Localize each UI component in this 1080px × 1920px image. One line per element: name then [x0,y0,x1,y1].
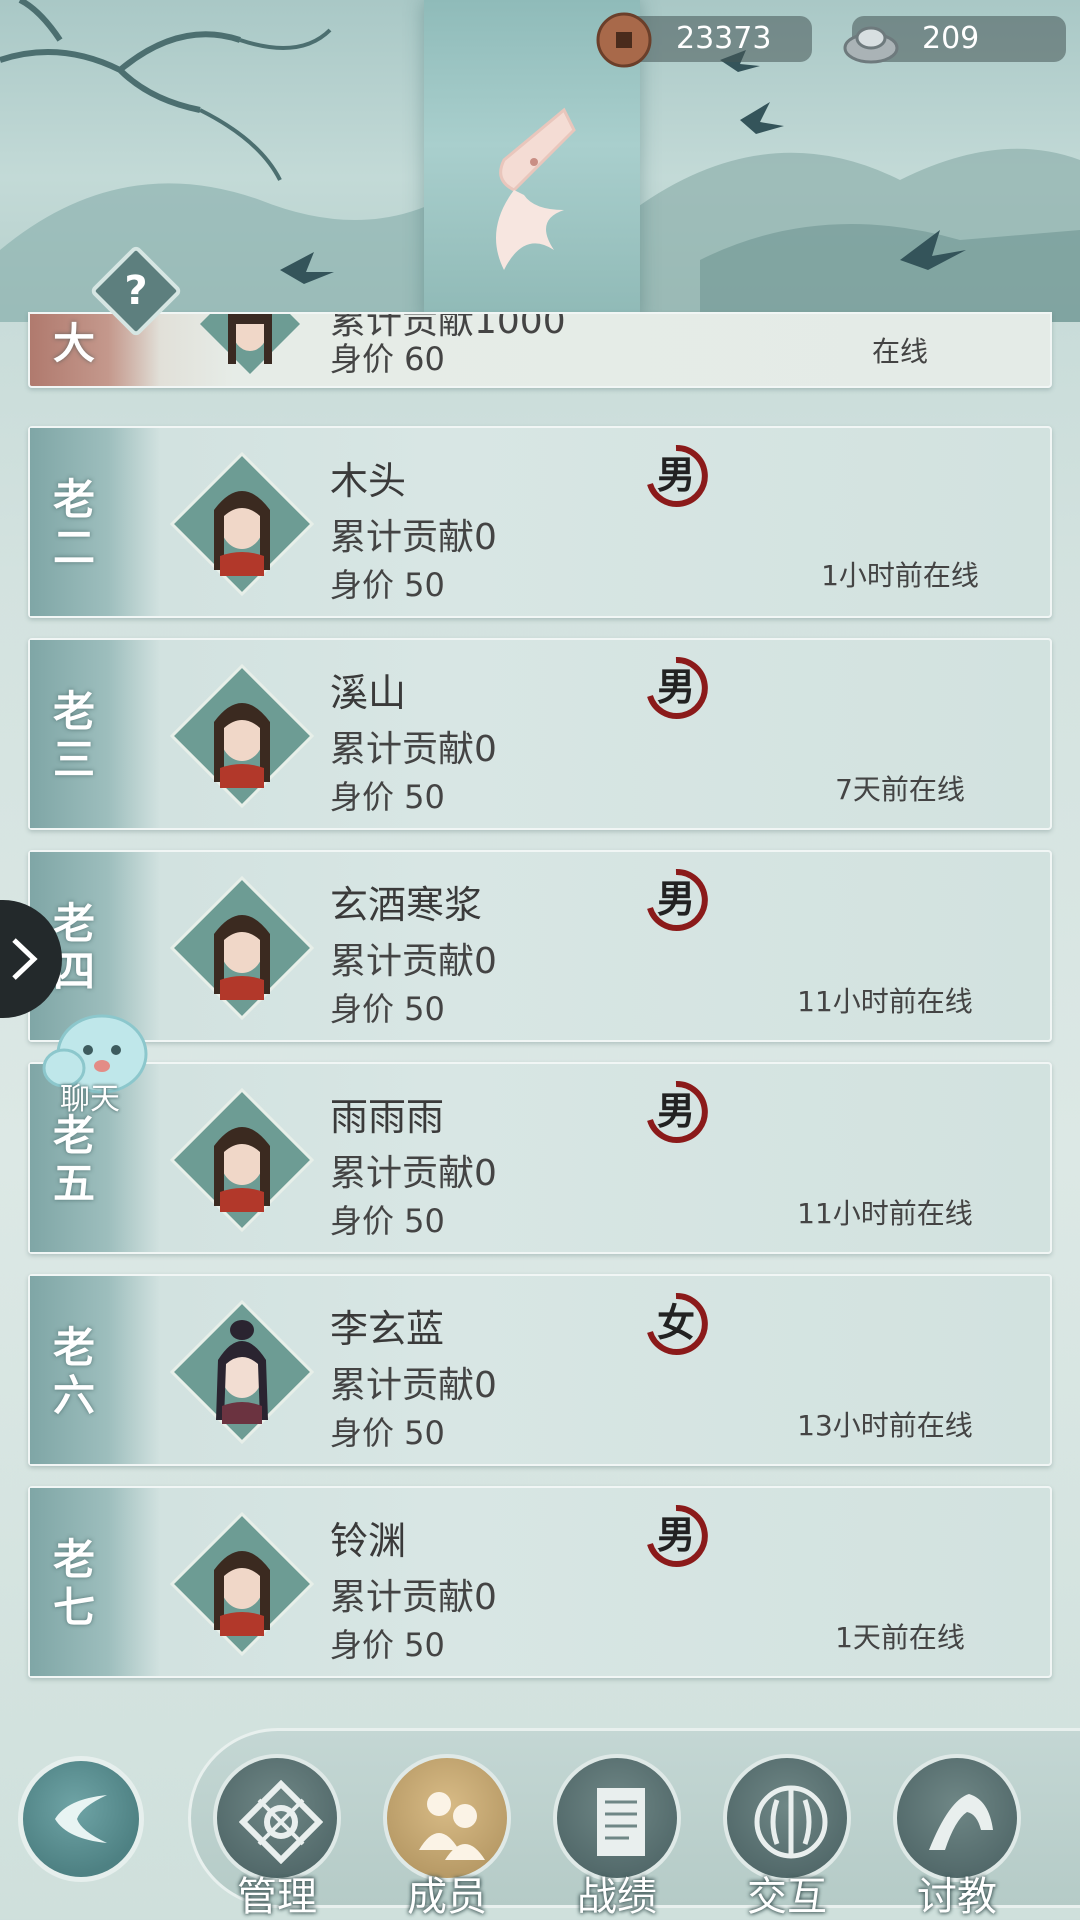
silver-ingot-icon [843,26,899,64]
gender-label: 男 [656,876,695,921]
member-price: 身价 50 [330,566,445,604]
member-name: 玄酒寒浆 [330,883,483,927]
member-online-status: 7天前在线 [835,773,965,806]
member-rank: 老三 [52,687,95,784]
gender-badge: 女 [644,1292,708,1356]
member-price: 身价 50 [330,1202,445,1240]
gender-badge: 男 [644,444,708,508]
member-online-status: 11小时前在线 [797,985,973,1018]
gender-label: 男 [656,664,695,709]
tab-label: 管理 [237,1874,317,1920]
sword-emblem-icon [496,107,576,270]
gender-label: 女 [656,1300,695,1345]
gender-label: 男 [656,1088,695,1133]
avatar [170,664,314,808]
tab-spar[interactable]: 讨教 [893,1754,1021,1920]
coin-counter: 23373 [596,12,812,68]
avatar [170,452,314,596]
member-contribution: 累计贡献0 [330,1153,497,1194]
member-name: 铃渊 [330,1519,407,1563]
member-contribution: 累计贡献0 [330,941,497,982]
back-arrow-icon [55,1795,107,1843]
tab-members[interactable]: 成员 [383,1754,511,1920]
tab-manage[interactable]: 管理 [213,1754,341,1920]
manage-icon [239,1780,323,1864]
back-button[interactable] [18,1756,144,1882]
tab-label: 讨教 [917,1874,997,1920]
member-price: 身价 50 [330,1626,445,1664]
member-name: 李玄蓝 [330,1307,445,1351]
member-contribution: 累计贡献0 [330,1365,497,1406]
spar-icon [929,1794,993,1850]
member-card[interactable]: 老七 铃渊 累计贡献0 身价 50 男 1天前在线 [28,1486,1052,1678]
copper-coin-icon [596,12,652,68]
member-online-status: 在线 [871,335,928,368]
avatar [170,1088,314,1232]
member-rank: 老六 [52,1323,95,1420]
silver-counter: 209 [843,16,1066,64]
member-price: 身价 60 [330,340,445,378]
member-card[interactable]: 大 累计贡献1000 身价 60 在线 [28,312,1052,388]
members-icon [419,1792,485,1860]
member-card[interactable]: 老六 李玄蓝 累计贡献0 身价 50 女 13小时前在线 [28,1274,1052,1466]
member-card[interactable]: 老三 溪山 累计贡献0 身价 50 男 7天前在线 [28,638,1052,830]
gender-badge: 男 [644,656,708,720]
member-rank: 老二 [52,475,95,572]
silver-amount: 209 [922,21,980,56]
tab-interact[interactable]: 交互 [723,1754,851,1920]
avatar [170,1512,314,1656]
member-online-status: 13小时前在线 [797,1409,973,1442]
member-card[interactable]: 老四 玄酒寒浆 累计贡献0 身价 50 男 11小时前在线 [28,850,1052,1042]
interact-icon [754,1785,828,1859]
member-card[interactable]: 老五 雨雨雨 累计贡献0 身价 50 男 11小时前在线 [28,1062,1052,1254]
member-card[interactable]: 老二 木头 累计贡献0 身价 50 男 1小时前在线 [28,426,1052,618]
avatar [200,314,300,374]
gender-badge: 男 [644,1080,708,1144]
member-name: 木头 [330,459,407,503]
member-rank: 大 [52,319,95,368]
gender-badge: 男 [644,1504,708,1568]
gender-label: 男 [656,1512,695,1557]
tab-label: 成员 [407,1874,487,1920]
member-online-status: 11小时前在线 [797,1197,973,1230]
coin-amount: 23373 [676,21,772,56]
member-contribution: 累计贡献0 [330,517,497,558]
avatar [170,1300,314,1444]
record-icon [597,1788,645,1856]
member-online-status: 1小时前在线 [821,559,979,592]
help-icon: ? [124,268,148,314]
member-rank: 老五 [52,1111,95,1208]
tab-label: 战绩 [577,1874,657,1920]
member-name: 雨雨雨 [330,1095,445,1139]
tab-record[interactable]: 战绩 [553,1754,681,1920]
member-contribution: 累计贡献0 [330,1577,497,1618]
member-price: 身价 50 [330,1414,445,1452]
chevron-right-icon [12,938,38,980]
member-online-status: 1天前在线 [835,1621,965,1654]
member-name: 溪山 [330,671,407,715]
tab-label: 交互 [747,1874,827,1920]
member-list[interactable]: 大 累计贡献1000 身价 60 在线 老二 木头 累计贡献0 身价 50 男 … [0,312,1080,1722]
gender-label: 男 [656,452,695,497]
avatar [170,876,314,1020]
member-price: 身价 50 [330,990,445,1028]
gender-badge: 男 [644,868,708,932]
member-price: 身价 50 [330,778,445,816]
member-contribution: 累计贡献0 [330,729,497,770]
chat-label[interactable]: 聊天 [60,1074,120,1118]
member-rank: 老七 [52,1535,95,1632]
